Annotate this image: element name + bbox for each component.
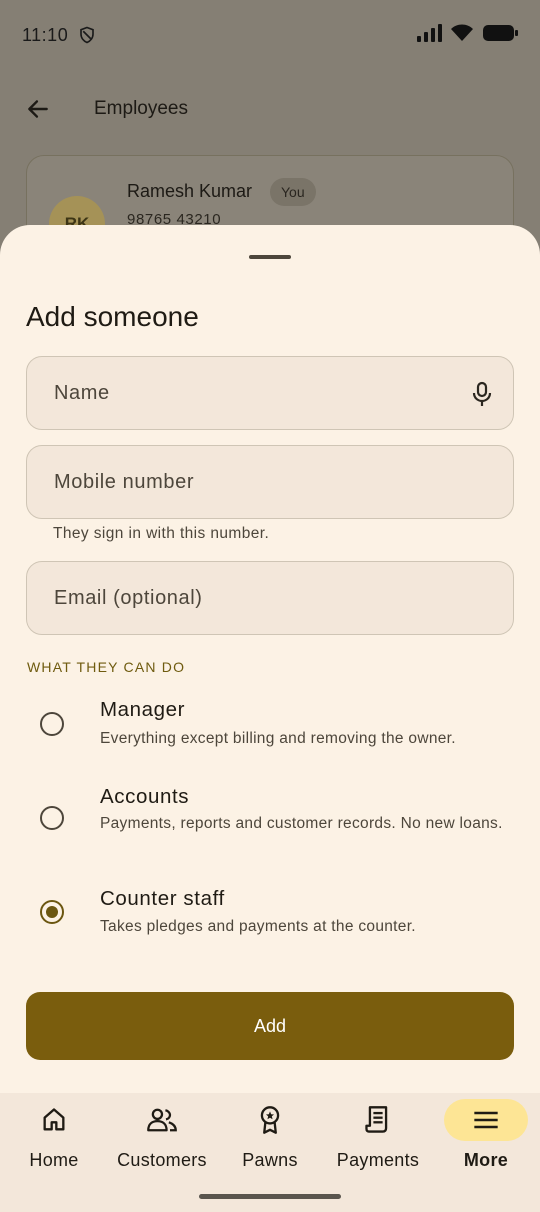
add-someone-sheet: Add someone They sign in with this numbe… <box>0 225 540 1093</box>
nav-item-payments[interactable]: Payments <box>324 1093 432 1193</box>
role-title: Accounts <box>100 785 190 808</box>
radio-selected-dot <box>46 906 58 918</box>
receipt-icon <box>365 1106 388 1133</box>
shield-icon <box>78 26 96 44</box>
signal-icon <box>416 23 442 47</box>
status-bar: 11:10 <box>0 0 540 70</box>
email-field[interactable] <box>26 561 514 635</box>
name-field[interactable] <box>26 356 514 430</box>
role-option-manager[interactable]: Manager Everything except billing and re… <box>26 695 514 765</box>
radio-counter-staff[interactable] <box>40 900 64 924</box>
nav-item-pawns[interactable]: Pawns <box>216 1093 324 1193</box>
nav-item-more[interactable]: More <box>432 1093 540 1193</box>
drag-handle[interactable] <box>249 255 291 259</box>
role-description: Everything except billing and removing t… <box>100 730 456 747</box>
nav-label: Pawns <box>242 1150 298 1170</box>
role-description: Payments, reports and customer records. … <box>100 815 503 832</box>
status-time: 11:10 <box>22 24 69 45</box>
section-label: WHAT THEY CAN DO <box>27 659 186 675</box>
nav-item-customers[interactable]: Customers <box>108 1093 216 1193</box>
email-input[interactable] <box>54 586 434 610</box>
add-button[interactable]: Add <box>26 992 514 1060</box>
gesture-bar[interactable] <box>199 1194 341 1199</box>
mobile-number-input[interactable] <box>54 470 434 494</box>
arrow-left-icon <box>28 100 48 118</box>
customers-icon <box>147 1108 177 1132</box>
name-input[interactable] <box>54 381 434 405</box>
radio-accounts[interactable] <box>40 806 64 830</box>
mobile-helper-text: They sign in with this number. <box>53 525 270 542</box>
employee-name: Ramesh Kumar <box>127 181 253 201</box>
nav-label: Home <box>29 1150 79 1170</box>
wifi-icon <box>450 24 474 47</box>
role-title: Counter staff <box>100 887 225 910</box>
app-bar: Employees <box>0 80 540 138</box>
role-option-accounts[interactable]: Accounts Payments, reports and customer … <box>26 783 514 859</box>
battery-icon <box>482 24 518 47</box>
you-badge: You <box>270 178 316 206</box>
role-title: Manager <box>100 698 186 721</box>
nav-label: Customers <box>117 1150 207 1170</box>
mobile-number-field[interactable] <box>26 445 514 519</box>
role-description: Takes pledges and payments at the counte… <box>100 918 416 935</box>
nav-item-home[interactable]: Home <box>0 1093 108 1193</box>
nav-label: More <box>463 1150 509 1170</box>
radio-manager[interactable] <box>40 712 64 736</box>
nav-label: Payments <box>336 1150 420 1170</box>
pawns-badge-icon <box>260 1106 280 1134</box>
menu-icon <box>474 1111 498 1129</box>
back-button[interactable] <box>24 95 52 123</box>
mic-icon[interactable] <box>471 381 493 412</box>
role-option-counter-staff[interactable]: Counter staff Takes pledges and payments… <box>26 887 514 947</box>
bottom-navigation: Home Customers Pawns Payments More <box>0 1093 540 1212</box>
sheet-title: Add someone <box>26 301 199 332</box>
page-title: Employees <box>94 98 188 119</box>
home-icon <box>43 1108 65 1131</box>
